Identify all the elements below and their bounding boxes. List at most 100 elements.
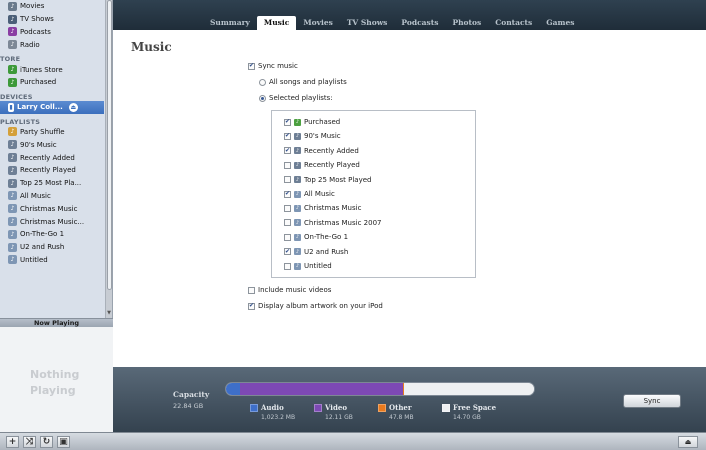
playlist-option[interactable]: ✔ ♪ 90's Music (284, 130, 341, 142)
playlist-checkbox[interactable] (284, 161, 291, 169)
sidebar-playlist-item[interactable]: ♪ Christmas Music... (0, 215, 106, 228)
sidebar-item-movies[interactable]: ♪ Movies (0, 0, 106, 13)
all-songs-radio[interactable] (259, 78, 266, 86)
playlist-option[interactable]: ✔ ♪ Purchased (284, 116, 340, 128)
playlist-checkbox[interactable] (284, 262, 291, 270)
sidebar-playlist-item[interactable]: ♪ On-The-Go 1 (0, 228, 106, 241)
sidebar-item-label: On-The-Go 1 (20, 230, 65, 239)
radio-icon: ♪ (8, 40, 17, 50)
playlist-icon: ♪ (8, 204, 17, 214)
playlist-checkbox[interactable]: ✔ (284, 248, 291, 256)
tab-movies[interactable]: Movies (296, 16, 340, 30)
playlist-checkbox[interactable]: ✔ (284, 118, 291, 126)
tab-contacts[interactable]: Contacts (488, 16, 539, 30)
sync-music-label: Sync music (258, 62, 298, 70)
tab-podcasts[interactable]: Podcasts (394, 16, 445, 30)
sync-music-option[interactable]: ✔ Sync music (248, 62, 298, 70)
repeat-button[interactable]: ↻ (40, 436, 53, 448)
add-playlist-button[interactable]: + (6, 436, 19, 448)
playlist-option[interactable]: ♪ Christmas Music 2007 (284, 217, 381, 229)
playlist-option[interactable]: ♪ On-The-Go 1 (284, 231, 348, 243)
sidebar-item-podcasts[interactable]: ♪ Podcasts (0, 26, 106, 39)
playlist-checkbox[interactable]: ✔ (284, 190, 291, 198)
tab-music[interactable]: Music (256, 16, 297, 30)
playlist-option[interactable]: ♪ Christmas Music (284, 202, 361, 214)
sidebar-scrollbar[interactable]: ▲ ▼ (105, 0, 112, 318)
sidebar-item-itunes-store[interactable]: ♪ iTunes Store (0, 63, 106, 76)
capacity-segment-video (239, 383, 404, 395)
all-songs-option[interactable]: All songs and playlists (259, 78, 347, 86)
movies-icon: ♪ (8, 1, 17, 11)
smart-playlist-icon: ♪ (294, 161, 301, 169)
devices-section-header: DEVICES (0, 92, 33, 101)
playlist-icon: ♪ (8, 191, 17, 201)
playlist-icon: ♪ (294, 190, 301, 198)
party-shuffle-icon: ♪ (8, 127, 17, 137)
shuffle-button[interactable]: ⤨ (23, 436, 36, 448)
playlist-option[interactable]: ✔ ♪ U2 and Rush (284, 246, 348, 258)
eject-device-button[interactable]: ⏏ (678, 436, 698, 448)
scrollbar-thumb[interactable] (107, 0, 112, 290)
sidebar-item-tv-shows[interactable]: ♪ TV Shows (0, 13, 106, 26)
playlist-option[interactable]: ♪ Untitled (284, 260, 332, 272)
playlist-label: U2 and Rush (304, 247, 349, 256)
sidebar-playlist-item[interactable]: ♪ Party Shuffle (0, 126, 106, 139)
tab-summary[interactable]: Summary (203, 16, 257, 30)
playlist-checkbox[interactable] (284, 204, 291, 212)
playlist-option[interactable]: ♪ Top 25 Most Played (284, 174, 371, 186)
tab-games[interactable]: Games (539, 16, 581, 30)
smart-playlist-icon: ♪ (294, 132, 301, 140)
selected-playlists-radio[interactable] (259, 94, 266, 102)
scroll-down-arrow-icon[interactable]: ▼ (106, 310, 112, 318)
device-item[interactable]: ▮ Larry Coll... ⏏ (0, 100, 104, 114)
sidebar-playlist-item[interactable]: ♪ Top 25 Most Pla... (0, 177, 106, 190)
playlist-icon: ♪ (8, 229, 17, 239)
playlist-option[interactable]: ✔ ♪ All Music (284, 188, 335, 200)
sidebar-item-radio[interactable]: ♪ Radio (0, 38, 106, 51)
sync-music-checkbox[interactable]: ✔ (248, 62, 255, 70)
sidebar-playlist-item[interactable]: ♪ U2 and Rush (0, 241, 106, 254)
page-title: Music (131, 40, 172, 54)
include-videos-checkbox[interactable] (248, 286, 255, 294)
sidebar-item-purchased[interactable]: ♪ Purchased (0, 76, 106, 89)
tabs: Summary Music Movies TV Shows Podcasts Photos… (203, 16, 581, 30)
sidebar-item-label: All Music (20, 191, 51, 200)
include-videos-option[interactable]: Include music videos (248, 286, 331, 294)
tab-bar: Summary Music Movies TV Shows Podcasts Photos… (113, 0, 706, 30)
playlist-icon: ♪ (294, 248, 301, 256)
smart-playlist-icon: ♪ (8, 153, 17, 163)
legend-name: Video (325, 403, 347, 412)
playlist-checkbox[interactable]: ✔ (284, 132, 291, 140)
playlist-checkbox[interactable] (284, 219, 291, 227)
tab-tv-shows[interactable]: TV Shows (340, 16, 395, 30)
capacity-meter (225, 382, 535, 396)
legend-other: Other 47.8 MB (378, 403, 414, 421)
selected-playlists-option[interactable]: Selected playlists: (259, 94, 333, 102)
eject-icon[interactable]: ⏏ (68, 102, 78, 112)
playlist-checkbox[interactable]: ✔ (284, 147, 291, 155)
playlists-section-header: PLAYLISTS (0, 117, 41, 126)
playlist-option[interactable]: ✔ ♪ Recently Added (284, 145, 359, 157)
tab-photos[interactable]: Photos (445, 16, 488, 30)
playlist-option[interactable]: ♪ Recently Played (284, 159, 360, 171)
now-playing-header[interactable]: Now Playing (0, 318, 113, 327)
display-artwork-option[interactable]: ✔ Display album artwork on your iPod (248, 302, 383, 310)
sidebar-item-label: Untitled (20, 255, 48, 264)
sidebar-playlist-item[interactable]: ♪ Untitled (0, 254, 106, 267)
legend-video: Video 12.11 GB (314, 403, 353, 421)
playlist-icon: ♪ (294, 219, 301, 227)
sidebar-playlist-item[interactable]: ♪ Recently Added (0, 151, 106, 164)
sync-button[interactable]: Sync (623, 394, 681, 408)
sidebar-item-label: U2 and Rush (20, 243, 65, 252)
sidebar-playlist-item[interactable]: ♪ Christmas Music (0, 202, 106, 215)
playlist-label: Purchased (304, 118, 341, 126)
sidebar-playlist-item[interactable]: ♪ 90's Music (0, 138, 106, 151)
show-artwork-button[interactable]: ▣ (57, 436, 70, 448)
display-artwork-checkbox[interactable]: ✔ (248, 302, 255, 310)
playlist-icon: ♪ (8, 255, 17, 265)
playlist-checkbox[interactable] (284, 233, 291, 241)
sidebar-playlist-item[interactable]: ♪ Recently Played (0, 164, 106, 177)
sidebar-playlist-item[interactable]: ♪ All Music (0, 190, 106, 203)
playlist-checkbox[interactable] (284, 176, 291, 184)
sidebar-item-label: iTunes Store (20, 65, 63, 74)
